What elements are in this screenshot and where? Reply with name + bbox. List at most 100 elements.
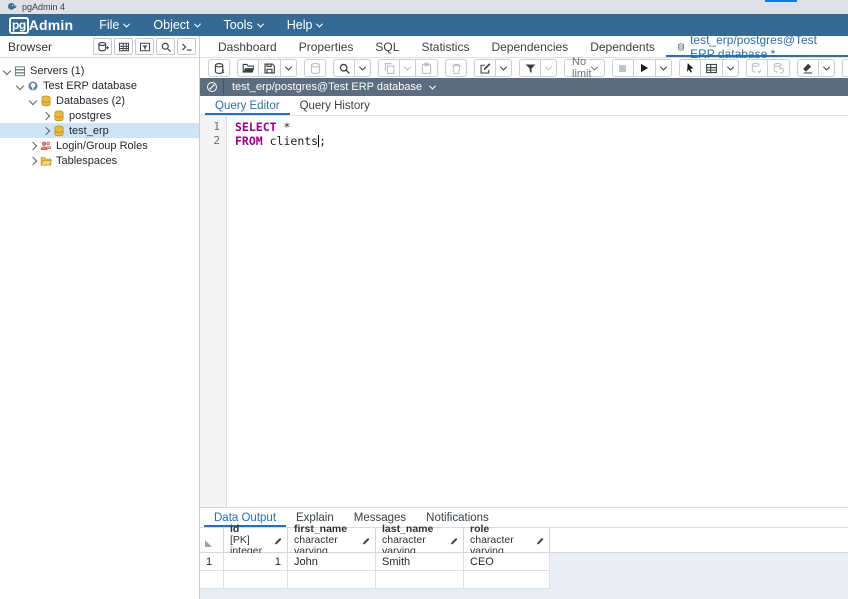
execute-options-dropdown[interactable] (656, 59, 672, 77)
delete-button[interactable] (445, 59, 467, 77)
row-number-cell[interactable]: 1 (200, 553, 224, 571)
cell-id[interactable]: 1 (224, 553, 288, 571)
tab-dependencies[interactable]: Dependencies (480, 36, 579, 57)
connection-dropdown-icon[interactable] (429, 82, 436, 89)
tab-statistics[interactable]: Statistics (410, 36, 480, 57)
cell-last-name[interactable] (376, 571, 464, 589)
rollback-button[interactable] (768, 59, 790, 77)
cell-first-name[interactable]: John (288, 553, 376, 571)
tree-item-label: Servers (1) (30, 65, 84, 77)
copy-button[interactable] (378, 59, 400, 77)
add-server-button[interactable] (93, 38, 112, 55)
save-options-dropdown[interactable] (281, 59, 297, 77)
tab-properties[interactable]: Properties (288, 36, 365, 57)
cell-id[interactable] (224, 571, 288, 589)
menu-tools-label: Tools (224, 18, 253, 32)
collapse-caret-icon[interactable] (16, 81, 24, 89)
tree-item-tablespaces[interactable]: Tablespaces (0, 153, 199, 168)
pgadmin-elephant-icon (7, 2, 17, 12)
explain-button[interactable] (701, 59, 723, 77)
editor-code-area[interactable]: SELECT * FROM clients; (228, 116, 848, 507)
menu-file[interactable]: File (87, 14, 141, 36)
filter-tree-button[interactable] (135, 38, 154, 55)
execute-to-cursor-button[interactable] (679, 59, 701, 77)
commit-button[interactable] (746, 59, 768, 77)
tab-dependents[interactable]: Dependents (579, 36, 666, 57)
open-file-button[interactable] (237, 59, 259, 77)
tab-query-tool-active[interactable]: test_erp/postgres@Test ERP database * (666, 36, 848, 57)
chevron-down-icon (316, 20, 323, 27)
window-title: pgAdmin 4 (22, 2, 65, 12)
edit-column-icon[interactable] (273, 536, 283, 546)
tree-item-test-erp-db[interactable]: test_erp (0, 123, 199, 138)
connection-status-button[interactable] (200, 78, 224, 96)
search-objects-button[interactable] (156, 38, 175, 55)
tree-item-databases[interactable]: Databases (2) (0, 93, 199, 108)
tree-item-test-erp-database-server[interactable]: Test ERP database (0, 78, 199, 93)
edit-column-icon[interactable] (449, 536, 459, 546)
tree-item-login-group-roles[interactable]: Login/Group Roles (0, 138, 199, 153)
chevron-down-icon (193, 20, 200, 27)
tree-item-postgres-db[interactable]: postgres (0, 108, 199, 123)
line-number: 2 (200, 134, 226, 148)
chevron-down-icon (660, 63, 667, 70)
explain-options-dropdown[interactable] (723, 59, 739, 77)
select-all-corner[interactable] (200, 528, 224, 552)
tree-item-label: test_erp (69, 125, 109, 137)
menu-help[interactable]: Help (275, 14, 335, 36)
play-icon (638, 62, 650, 74)
row-limit-select[interactable]: No limit (564, 59, 605, 77)
edit-icon (479, 62, 492, 75)
filter-button[interactable] (519, 59, 541, 77)
main-panel: Dashboard Properties SQL Statistics Depe… (200, 36, 848, 599)
object-explorer-grid-button[interactable] (114, 38, 133, 55)
expand-caret-icon[interactable] (29, 156, 37, 164)
tab-sql[interactable]: SQL (364, 36, 410, 57)
cancel-query-button[interactable] (612, 59, 634, 77)
tab-query-history[interactable]: Query History (290, 96, 380, 115)
cell-role[interactable]: CEO (464, 553, 550, 571)
menu-object[interactable]: Object (141, 14, 211, 36)
browser-panel-header: Browser (0, 36, 199, 58)
line-number: 1 (200, 120, 226, 134)
tree-item-servers[interactable]: Servers (1) (0, 63, 199, 78)
new-query-tool-button[interactable] (208, 59, 230, 77)
collapse-caret-icon[interactable] (29, 96, 37, 104)
column-header-id[interactable]: id [PK] integer (224, 528, 288, 552)
save-data-changes-button[interactable] (304, 59, 326, 77)
sql-editor[interactable]: 1 2 SELECT * FROM clients; (200, 116, 848, 507)
execute-button[interactable] (634, 59, 656, 77)
download-results-button[interactable] (842, 59, 848, 77)
cell-role[interactable] (464, 571, 550, 589)
row-number-cell[interactable] (200, 571, 224, 589)
edit-button[interactable] (474, 59, 496, 77)
tab-dashboard[interactable]: Dashboard (207, 36, 288, 57)
column-header-role[interactable]: role character varying (464, 528, 550, 552)
save-file-button[interactable] (259, 59, 281, 77)
column-header-last-name[interactable]: last_name character varying (376, 528, 464, 552)
menu-tools[interactable]: Tools (212, 14, 275, 36)
database-rollback-icon (772, 62, 785, 75)
find-options-dropdown[interactable] (355, 59, 371, 77)
expand-caret-icon[interactable] (42, 111, 50, 119)
collapse-caret-icon[interactable] (3, 66, 11, 74)
column-header-first-name[interactable]: first_name character varying (288, 528, 376, 552)
macros-dropdown[interactable] (819, 59, 835, 77)
edit-column-icon[interactable] (361, 536, 371, 546)
paste-button[interactable] (416, 59, 438, 77)
psql-tool-button[interactable] (177, 38, 196, 55)
filter-options-dropdown[interactable] (541, 59, 557, 77)
cell-last-name[interactable]: Smith (376, 553, 464, 571)
expand-caret-icon[interactable] (29, 141, 37, 149)
server-icon (14, 65, 26, 77)
find-button[interactable] (333, 59, 355, 77)
edit-options-dropdown[interactable] (496, 59, 512, 77)
cell-first-name[interactable] (288, 571, 376, 589)
expand-caret-icon[interactable] (42, 126, 50, 134)
macros-button[interactable] (797, 59, 819, 77)
tab-query-editor[interactable]: Query Editor (205, 96, 290, 115)
tab-label: SQL (375, 40, 399, 54)
edit-column-icon[interactable] (535, 536, 545, 546)
grid-icon (118, 41, 130, 53)
copy-options-dropdown[interactable] (400, 59, 416, 77)
